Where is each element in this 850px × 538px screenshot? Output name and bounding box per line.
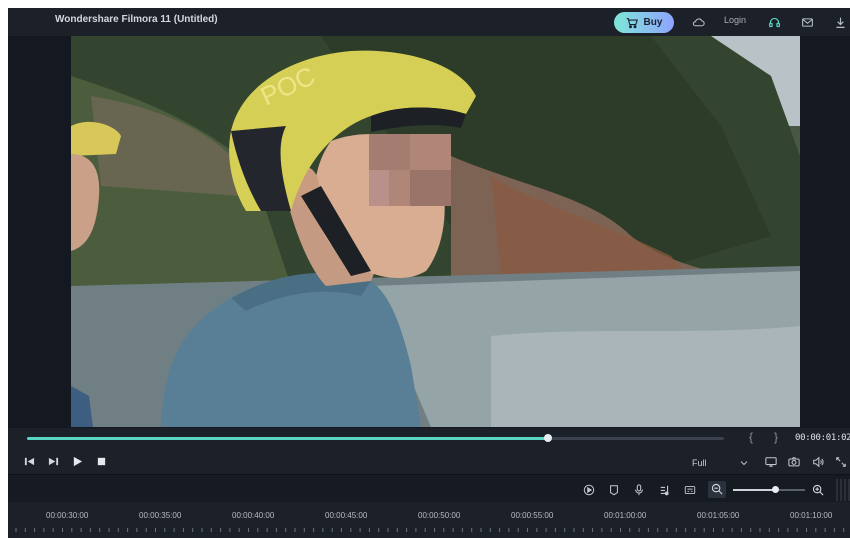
shopping-cart-icon: [626, 17, 638, 28]
progress-fill: [27, 437, 549, 440]
subtitle-icon[interactable]: [683, 483, 697, 497]
monitor-icon[interactable]: [764, 455, 778, 468]
ruler-time-label: 00:00:35:00: [139, 511, 182, 520]
ruler-time-label: 00:00:50:00: [418, 511, 461, 520]
timeline-toolbar: [8, 474, 850, 502]
download-icon[interactable]: [832, 14, 848, 30]
progress-handle[interactable]: [544, 434, 553, 442]
playback-progress-row: { } 00:00:01:02: [8, 428, 850, 448]
zoom-slider-handle[interactable]: [771, 486, 779, 493]
cloud-icon[interactable]: [690, 14, 706, 30]
title-bar: Wondershare Filmora 11 (Untitled) Buy Lo…: [8, 8, 850, 36]
buy-button[interactable]: Buy: [614, 12, 674, 33]
audio-mixer-icon[interactable]: [658, 483, 672, 497]
ruler-time-label: 00:01:05:00: [697, 511, 740, 520]
quality-dropdown[interactable]: Full: [692, 456, 748, 470]
timeline-zoom-slider[interactable]: [733, 486, 805, 493]
zoom-out-button[interactable]: [708, 481, 726, 498]
mail-icon[interactable]: [799, 14, 815, 30]
current-timecode: 00:00:01:02: [795, 433, 850, 443]
filmora-window: Wondershare Filmora 11 (Untitled) Buy Lo…: [8, 8, 850, 538]
ruler-ticks: [15, 528, 845, 532]
fullscreen-icon[interactable]: [834, 455, 848, 468]
zoom-slider-fill: [733, 489, 775, 491]
progress-track[interactable]: [27, 434, 724, 442]
player-controls: Full: [8, 448, 850, 474]
buy-label: Buy: [643, 17, 663, 28]
stop-icon[interactable]: [94, 455, 108, 467]
preview-panel: POC: [8, 36, 850, 428]
zoom-out-icon: [711, 483, 723, 495]
ruler-time-label: 00:01:00:00: [604, 511, 647, 520]
voiceover-mic-icon[interactable]: [632, 483, 646, 497]
chevron-down-icon: [740, 461, 748, 466]
app-title: Wondershare Filmora 11 (Untitled): [55, 14, 218, 25]
panel-resize-handle[interactable]: [836, 479, 850, 501]
mark-out-button[interactable]: }: [774, 430, 778, 444]
timeline-ruler[interactable]: 00:00:30:00 00:00:35:00 00:00:40:00 00:00:4…: [8, 502, 850, 538]
ruler-time-label: 00:01:10:00: [790, 511, 833, 520]
volume-icon[interactable]: [811, 455, 825, 468]
render-icon[interactable]: [582, 483, 596, 497]
ruler-time-label: 00:00:45:00: [325, 511, 368, 520]
quality-value: Full: [692, 458, 707, 468]
ruler-time-label: 00:00:30:00: [46, 511, 89, 520]
play-icon[interactable]: [70, 455, 84, 467]
headset-support-icon[interactable]: [766, 14, 782, 30]
ruler-time-label: 00:00:55:00: [511, 511, 554, 520]
step-forward-icon[interactable]: [46, 455, 60, 467]
step-back-icon[interactable]: [22, 455, 36, 467]
ruler-time-label: 00:00:40:00: [232, 511, 275, 520]
snapshot-icon[interactable]: [787, 455, 801, 468]
marker-icon[interactable]: [607, 483, 621, 497]
login-link[interactable]: Login: [724, 15, 746, 25]
video-preview-frame[interactable]: POC: [71, 36, 800, 427]
mark-in-button[interactable]: {: [749, 430, 753, 444]
zoom-in-icon[interactable]: [811, 483, 825, 497]
video-frame-image: POC: [71, 36, 800, 427]
